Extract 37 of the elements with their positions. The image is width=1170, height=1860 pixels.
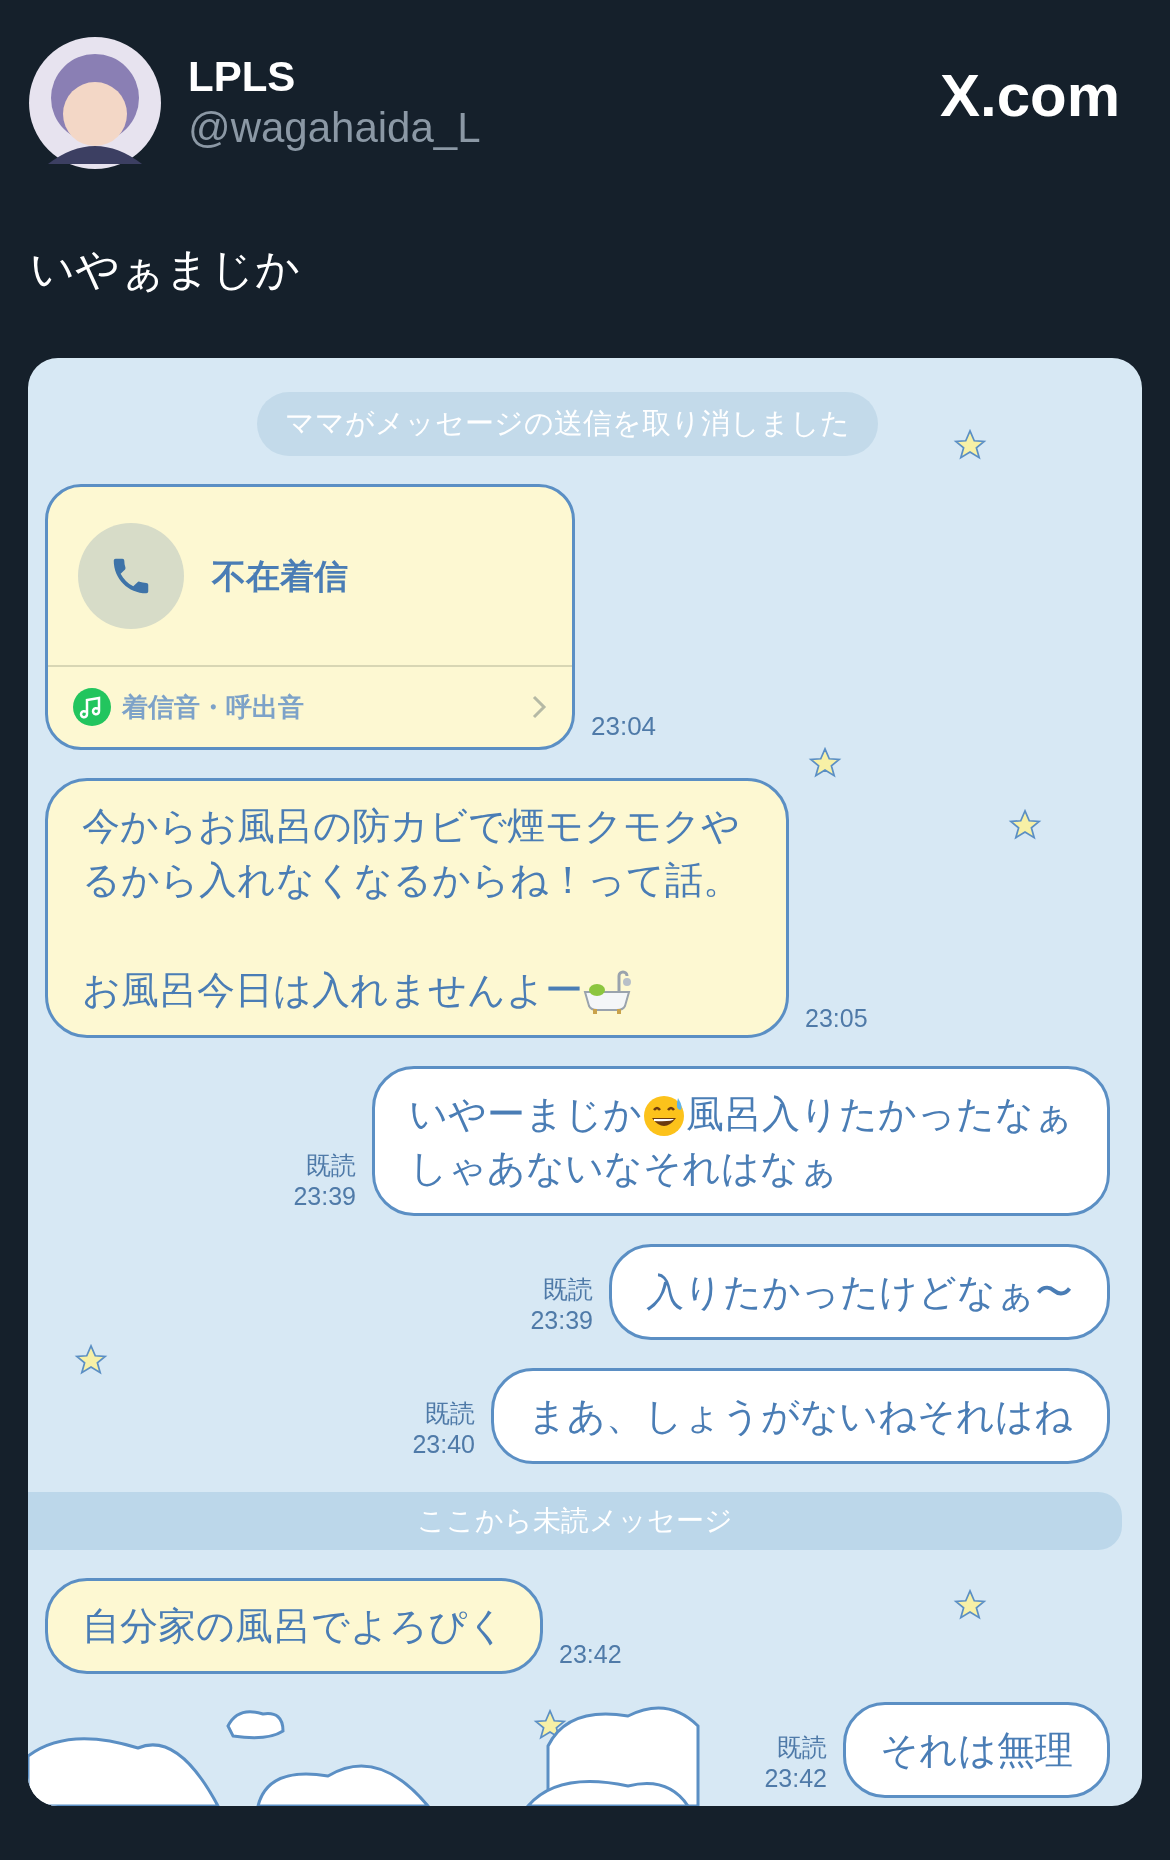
message-text: お風呂今日は入れませんよー	[82, 968, 583, 1011]
author-handle: @wagahaida_L	[188, 103, 482, 153]
message-text: 今からお風呂の防カビで煙モクモクやるから入れなくなるからね！って話。	[82, 804, 741, 901]
read-receipt: 既読	[543, 1273, 593, 1305]
ringtone-label: 着信音・呼出音	[122, 690, 305, 724]
message-text: 自分家の風呂でよろぴく	[82, 1604, 506, 1647]
message-text: 風呂入りたかったなぁ	[686, 1092, 1073, 1135]
star-icon	[953, 1588, 987, 1622]
message-time: 23:42	[559, 1638, 622, 1670]
message-time: 23:39	[293, 1180, 356, 1212]
star-icon	[533, 1708, 567, 1742]
message-text: いやーまじか	[409, 1092, 642, 1135]
system-notice: ママがメッセージの送信を取り消しました	[256, 392, 878, 456]
read-receipt: 既読	[425, 1397, 475, 1429]
read-receipt: 既読	[777, 1731, 827, 1763]
message-text: それは無理	[880, 1728, 1073, 1771]
message-text: まあ、しょうがないねそれはね	[528, 1394, 1073, 1437]
missed-call-bubble[interactable]: 不在着信 着信音・呼出音	[45, 483, 575, 750]
call-title: 不在着信	[212, 555, 348, 597]
site-label: X.com	[939, 61, 1120, 131]
message-time: 23:42	[764, 1762, 827, 1794]
message-time: 23:05	[805, 1002, 868, 1034]
read-receipt: 既読	[306, 1149, 356, 1181]
star-icon	[808, 746, 842, 780]
star-icon	[74, 1343, 108, 1377]
message-time: 23:39	[530, 1304, 593, 1336]
message-text: 入りたかったけどなぁ〜	[646, 1270, 1073, 1313]
star-icon	[953, 428, 987, 462]
message-time: 23:04	[591, 709, 657, 743]
music-note-icon	[72, 686, 112, 727]
message-text: しゃあないなそれはなぁ	[409, 1146, 838, 1189]
sweat-smile-icon	[642, 1094, 686, 1139]
message-time: 23:40	[412, 1428, 475, 1460]
star-icon	[1008, 808, 1042, 842]
post-text: いやぁまじか	[29, 243, 301, 295]
author-name: LPLS	[188, 52, 297, 102]
bathtub-icon	[583, 970, 631, 1015]
